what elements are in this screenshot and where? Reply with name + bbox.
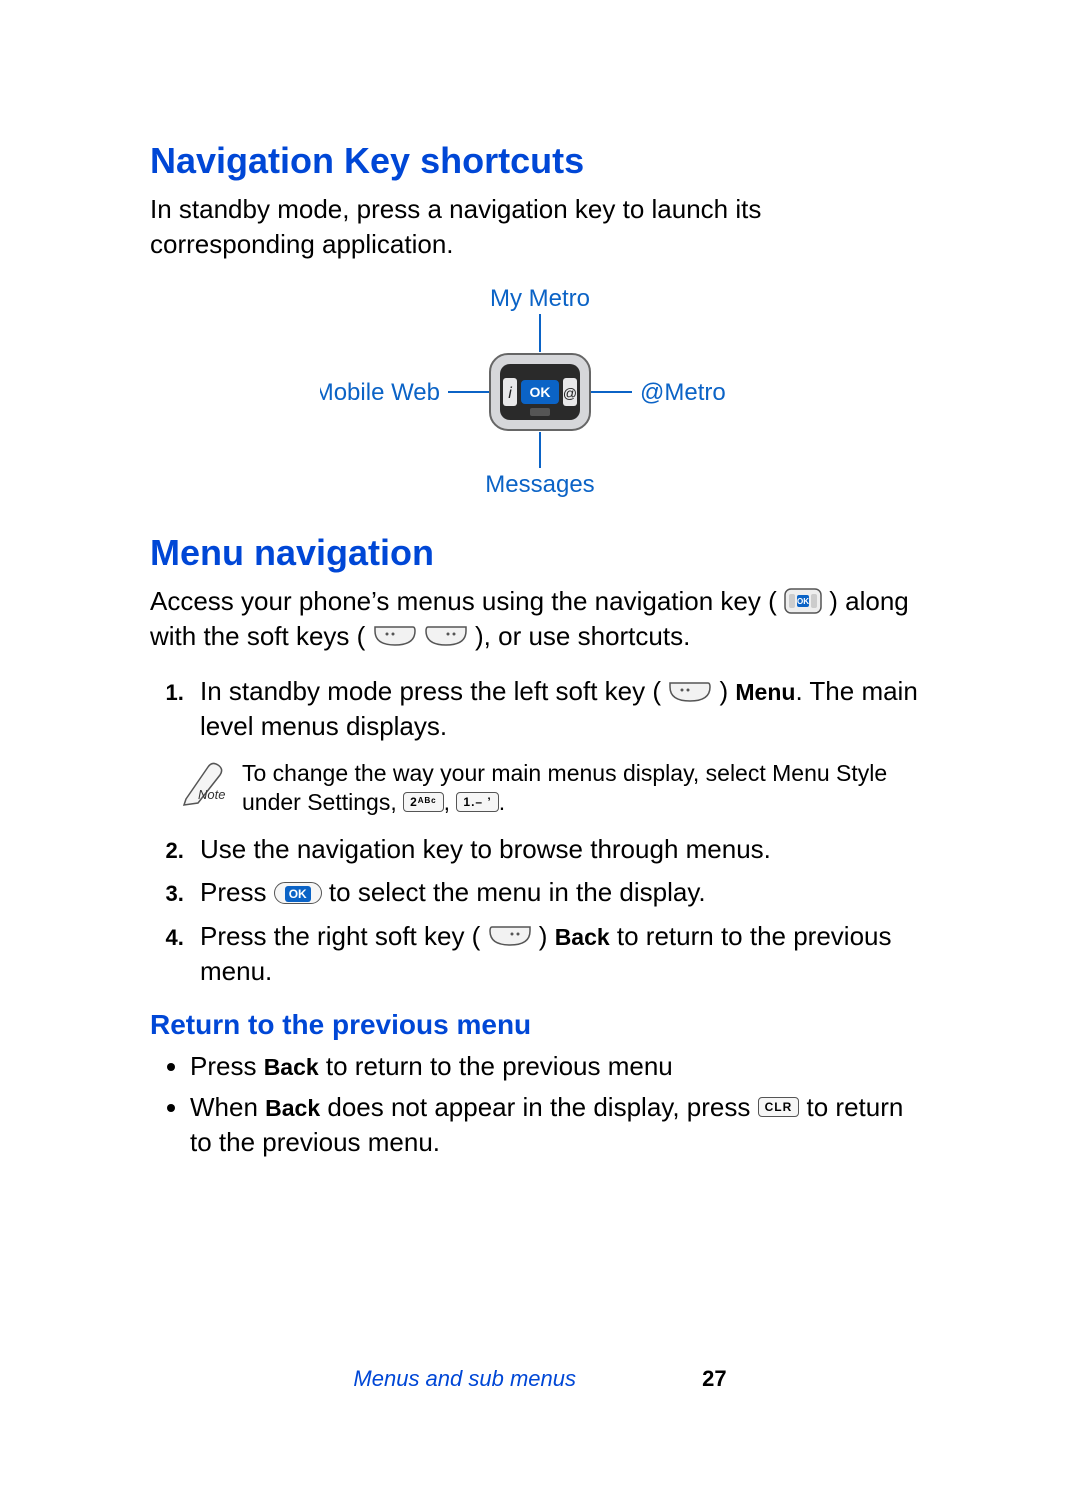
right-softkey-icon [488, 925, 532, 947]
step-2: Use the navigation key to browse through… [190, 832, 930, 867]
diagram-label-down: Messages [485, 471, 594, 498]
step-3: Press OK to select the menu in the displ… [190, 875, 930, 910]
note-text: To change the way your main menus displa… [242, 759, 930, 819]
key-2abc-icon: 2ᴬᴮᶜ [403, 792, 444, 812]
note-block: Note To change the way your main menus d… [180, 759, 930, 819]
return-bullets: Press Back to return to the previous men… [150, 1049, 930, 1160]
svg-text:OK: OK [797, 597, 809, 606]
nav-key-diagram: My Metro Mobile Web @Metro Messages i @ … [150, 282, 930, 502]
list-item: Press Back to return to the previous men… [190, 1049, 930, 1084]
steps-list-continued: Use the navigation key to browse through… [150, 832, 930, 988]
nav-key-icon: OK [784, 588, 822, 614]
diagram-label-right: @Metro [640, 379, 726, 406]
note-icon: Note [180, 759, 228, 807]
svg-text:Note: Note [198, 787, 225, 802]
diagram-label-up: My Metro [490, 285, 590, 312]
diagram-label-left: Mobile Web [320, 379, 440, 406]
clr-key-icon: CLR [758, 1097, 800, 1117]
svg-text:i: i [508, 385, 512, 402]
page-footer: Menus and sub menus 27 [0, 1366, 1080, 1392]
step-4: Press the right soft key ( ) Back to ret… [190, 919, 930, 989]
steps-list: In standby mode press the left soft key … [150, 674, 930, 744]
svg-text:@: @ [563, 385, 577, 401]
step-1: In standby mode press the left soft key … [190, 674, 930, 744]
list-item: When Back does not appear in the display… [190, 1090, 930, 1160]
key-1-icon: 1.– ʼ [456, 792, 498, 812]
heading-menu-navigation: Menu navigation [150, 532, 930, 574]
heading-navigation-key-shortcuts: Navigation Key shortcuts [150, 140, 930, 182]
paragraph-nav-intro: In standby mode, press a navigation key … [150, 192, 930, 262]
footer-page-number: 27 [702, 1366, 726, 1391]
paragraph-menu-intro: Access your phone’s menus using the navi… [150, 584, 930, 654]
left-softkey-icon [668, 681, 712, 703]
right-softkey-icon [424, 625, 468, 647]
manual-page: Navigation Key shortcuts In standby mode… [0, 0, 1080, 1492]
left-softkey-icon [373, 625, 417, 647]
footer-section-title: Menus and sub menus [353, 1366, 576, 1391]
diagram-ok-label: OK [530, 384, 551, 400]
heading-return-previous: Return to the previous menu [150, 1009, 930, 1041]
ok-key-icon: OK [274, 882, 322, 904]
